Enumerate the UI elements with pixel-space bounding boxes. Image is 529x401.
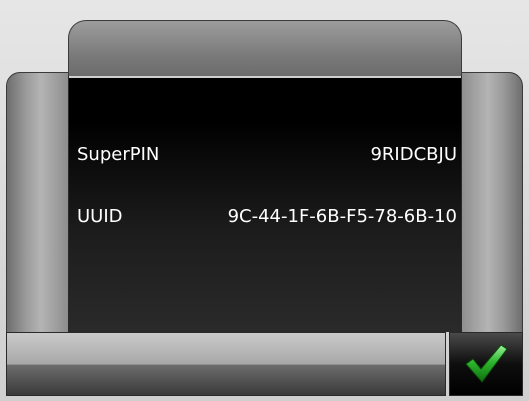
device-screen: SuperPIN 9RIDCBJU UUID 9C-44-1F-6B-F5-78… [0,0,529,401]
superpin-row: SuperPIN 9RIDCBJU [77,144,457,165]
checkmark-icon [465,344,508,383]
uuid-row: UUID 9C-44-1F-6B-F5-78-6B-10 [77,206,457,227]
superpin-label: SuperPIN [77,144,160,165]
left-side-panel [6,72,70,334]
right-side-panel [459,72,523,334]
info-panel: SuperPIN 9RIDCBJU UUID 9C-44-1F-6B-F5-78… [68,76,462,332]
uuid-label: UUID [77,206,123,227]
header-tab [68,20,462,78]
panel-divider [69,76,461,78]
bottom-bar [6,332,446,396]
superpin-value: 9RIDCBJU [370,144,457,165]
uuid-value: 9C-44-1F-6B-F5-78-6B-10 [227,206,457,227]
confirm-button[interactable] [449,332,523,396]
